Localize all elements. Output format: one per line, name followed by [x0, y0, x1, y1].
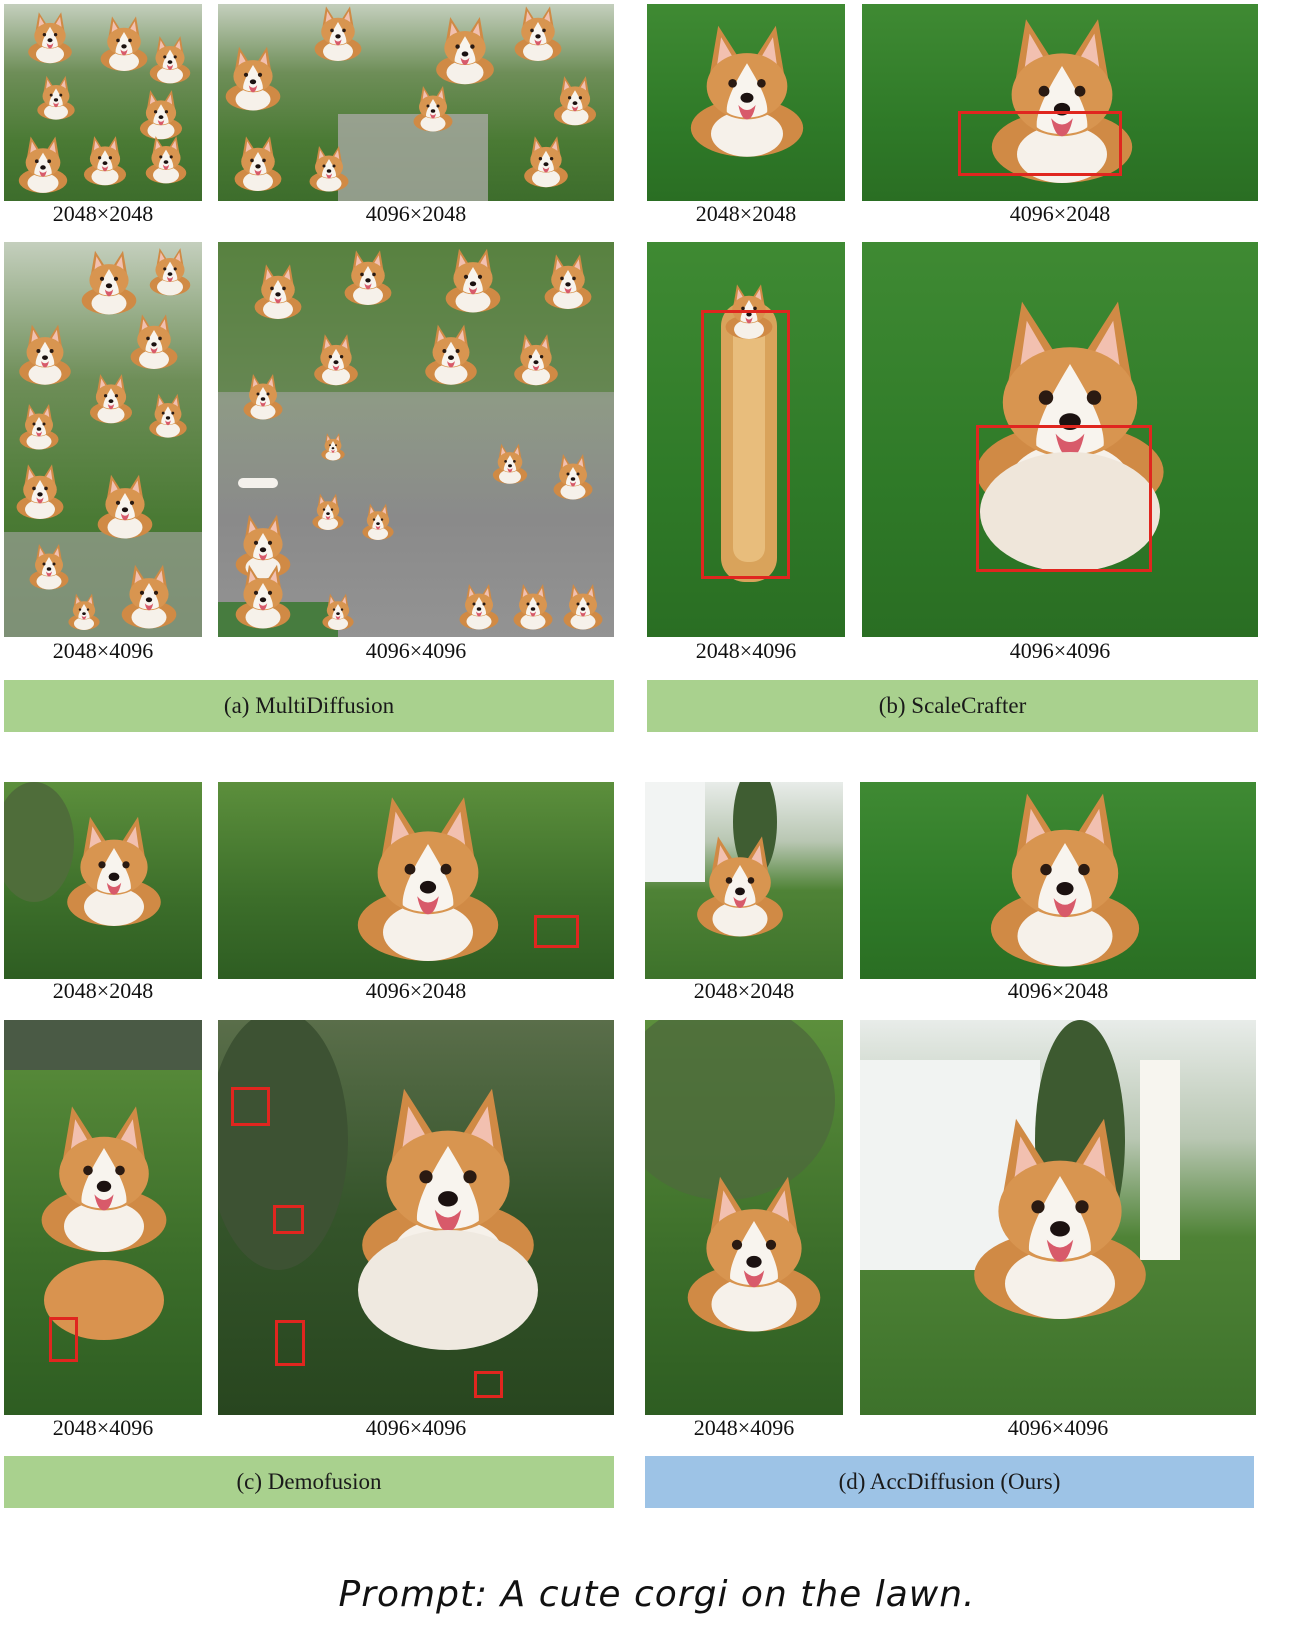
panel-d-image-4096x2048 — [860, 782, 1256, 979]
panel-b-caption-2: 4096×2048 — [1009, 201, 1111, 226]
corgi-illustration — [4, 782, 161, 926]
panel-d-image-4096x4096 — [860, 1020, 1256, 1415]
panel-a-caption-2: 4096×2048 — [365, 201, 467, 226]
artifact-highlight-box — [273, 1205, 304, 1234]
prompt-text: Prompt: A cute corgi on the lawn. — [338, 1574, 976, 1615]
corgi-illustration — [357, 797, 499, 961]
panel-b-image-4096x2048 — [862, 4, 1258, 201]
panel-a-image-4096x2048 — [218, 4, 614, 201]
artifact-highlight-box — [275, 1320, 305, 1366]
panel-b-caption-3: 2048×4096 — [695, 638, 797, 663]
panel-a-caption-3: 2048×4096 — [52, 638, 154, 663]
panel-c-caption-3: 2048×4096 — [52, 1415, 154, 1440]
panel-d-caption-3: 2048×4096 — [693, 1415, 795, 1440]
panel-c-caption-4: 4096×4096 — [365, 1415, 467, 1440]
artifact-highlight-box — [701, 310, 790, 579]
panel-a-image-2048x4096 — [4, 242, 202, 637]
panel-a-image-2048x2048 — [4, 4, 202, 201]
artifact-highlight-box — [49, 1317, 78, 1362]
corgi-illustration — [990, 793, 1140, 967]
panel-c-caption-1: 2048×2048 — [52, 978, 154, 1003]
corgi-illustration — [18, 12, 191, 193]
corgi-illustration — [225, 6, 597, 201]
artifact-highlight-box — [534, 915, 579, 948]
panel-b-image-2048x4096 — [647, 242, 845, 637]
panel-a-caption-4: 4096×4096 — [365, 638, 467, 663]
corgi-illustration — [860, 1020, 1180, 1319]
corgi-illustration — [4, 1020, 202, 1340]
panel-c-image-4096x2048 — [218, 782, 614, 979]
panel-b-label: (b) ScaleCrafter — [647, 680, 1258, 732]
panel-c-image-4096x4096 — [218, 1020, 614, 1415]
panel-b-image-4096x4096 — [862, 242, 1258, 637]
artifact-highlight-box — [958, 111, 1122, 176]
artifact-highlight-box — [231, 1087, 270, 1126]
panel-a-image-4096x4096 — [218, 242, 614, 637]
panel-b-caption-4: 4096×4096 — [1009, 638, 1111, 663]
panel-b-image-2048x2048 — [647, 4, 845, 201]
panel-c-image-2048x4096 — [4, 1020, 202, 1415]
panel-b-caption-1: 2048×2048 — [695, 201, 797, 226]
panel-d-caption-2: 4096×2048 — [1007, 978, 1109, 1003]
panel-a-label: (a) MultiDiffusion — [4, 680, 614, 732]
panel-c-label: (c) Demofusion — [4, 1456, 614, 1508]
artifact-highlight-box — [976, 425, 1152, 572]
artifact-highlight-box — [474, 1371, 503, 1398]
panel-d-label: (d) AccDiffusion (Ours) — [645, 1456, 1254, 1508]
panel-a-caption-1: 2048×2048 — [52, 201, 154, 226]
panel-d-image-2048x4096 — [645, 1020, 843, 1415]
corgi-illustration — [645, 782, 783, 937]
panel-d-caption-4: 4096×4096 — [1007, 1415, 1109, 1440]
panel-c-image-2048x2048 — [4, 782, 202, 979]
corgi-illustration — [218, 242, 614, 637]
panel-d-image-2048x2048 — [645, 782, 843, 979]
panel-c-caption-2: 4096×2048 — [365, 978, 467, 1003]
corgi-illustration — [4, 248, 202, 637]
panel-d-caption-1: 2048×2048 — [693, 978, 795, 1003]
corgi-illustration — [690, 25, 804, 157]
corgi-illustration — [645, 1020, 835, 1332]
